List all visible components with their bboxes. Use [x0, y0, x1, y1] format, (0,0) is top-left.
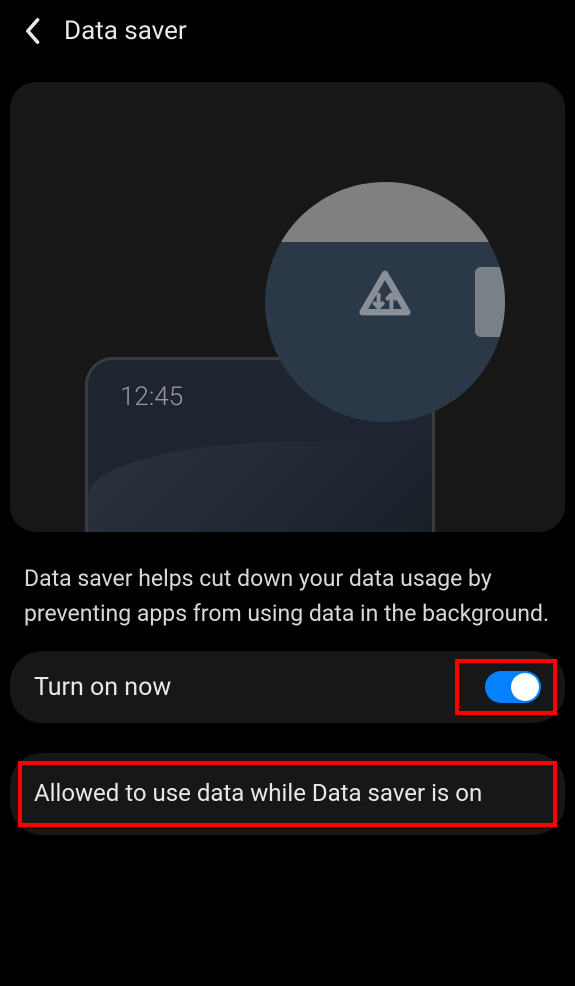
page-title: Data saver — [64, 16, 187, 46]
illustration-card: 12:45 — [10, 82, 565, 532]
data-saver-icon — [345, 264, 425, 348]
toggle-label: Turn on now — [34, 673, 171, 702]
back-icon[interactable] — [20, 19, 44, 43]
highlight-box-toggle — [455, 659, 557, 715]
phone-wallpaper-wave — [88, 442, 432, 532]
phone-time-label: 12:45 — [120, 382, 183, 412]
battery-icon — [475, 267, 505, 337]
magnifier-statusbar — [265, 182, 505, 242]
magnifier-circle — [265, 182, 505, 422]
allowed-apps-row[interactable]: Allowed to use data while Data saver is … — [10, 753, 565, 835]
header: Data saver — [0, 0, 575, 62]
turn-on-now-row[interactable]: Turn on now — [10, 651, 565, 723]
highlight-box-option — [18, 761, 557, 827]
description-text: Data saver helps cut down your data usag… — [0, 532, 575, 651]
